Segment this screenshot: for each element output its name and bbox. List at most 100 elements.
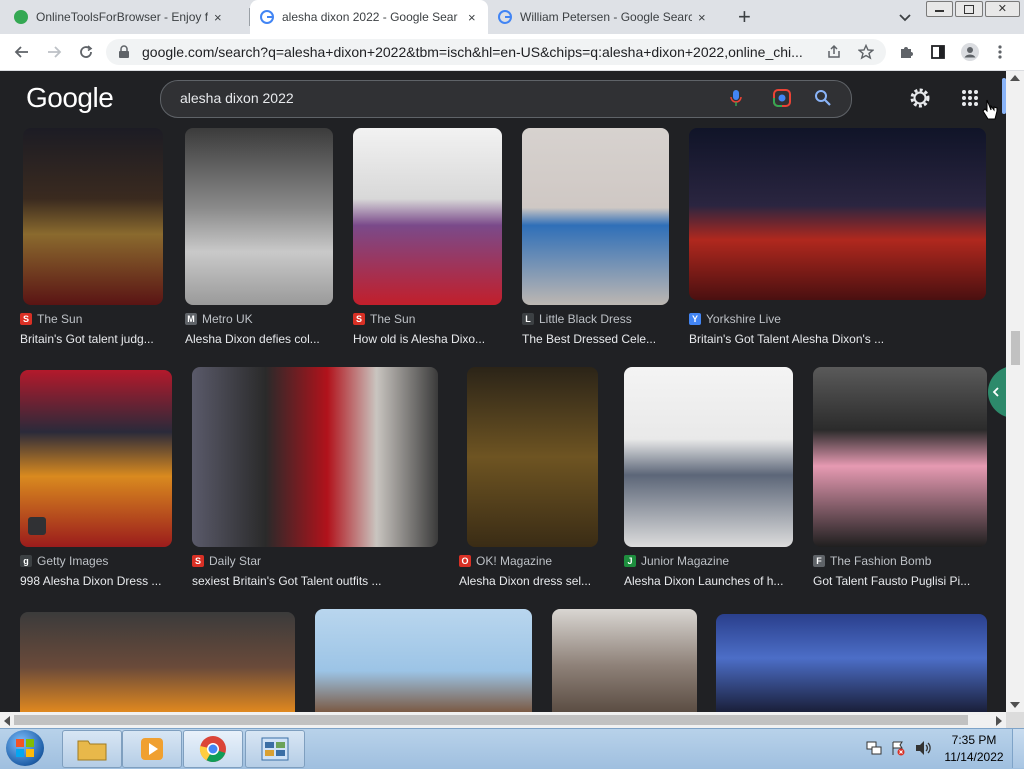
bookmark-star-icon[interactable]: [858, 44, 874, 60]
result-source[interactable]: F The Fashion Bomb: [813, 554, 931, 568]
scroll-down-icon[interactable]: [1010, 702, 1020, 708]
search-input[interactable]: alesha dixon 2022: [180, 90, 294, 106]
reload-icon[interactable]: [78, 44, 94, 60]
scroll-left-icon[interactable]: [4, 716, 10, 726]
result-image[interactable]: [20, 612, 295, 712]
close-tab-icon[interactable]: ×: [468, 10, 476, 25]
result-source[interactable]: O OK! Magazine: [459, 554, 552, 568]
extensions-puzzle-icon[interactable]: [898, 44, 914, 60]
start-button[interactable]: [6, 730, 44, 766]
result-image[interactable]: [716, 614, 987, 712]
result-image[interactable]: [552, 609, 697, 712]
settings-gear-icon[interactable]: [908, 86, 932, 110]
search-icon[interactable]: [814, 89, 832, 107]
source-name: Daily Star: [209, 554, 262, 568]
result-image[interactable]: [467, 367, 598, 547]
google-logo[interactable]: Google: [26, 82, 114, 114]
network-icon[interactable]: [866, 740, 882, 756]
control-panel-icon: [261, 737, 289, 761]
online-tools-favicon-icon: [14, 10, 28, 24]
result-image[interactable]: [689, 128, 986, 300]
result-caption[interactable]: The Best Dressed Cele...: [522, 332, 667, 346]
taskbar-file-explorer[interactable]: [62, 730, 122, 768]
tab-title: alesha dixon 2022 - Google Sear: [282, 10, 458, 24]
source-name: Metro UK: [202, 312, 253, 326]
result-image[interactable]: [353, 128, 502, 305]
result-image[interactable]: [813, 367, 987, 547]
result-caption[interactable]: Britain's Got talent judg...: [20, 332, 160, 346]
tab-william-petersen[interactable]: William Petersen - Google Search ×: [490, 0, 726, 34]
volume-speaker-icon[interactable]: [914, 740, 932, 756]
close-window-button[interactable]: ✕: [984, 1, 1020, 17]
google-apps-grid-icon[interactable]: [960, 88, 980, 108]
media-player-icon: [141, 738, 163, 760]
taskbar-chrome[interactable]: [183, 730, 243, 768]
result-caption[interactable]: sexiest Britain's Got Talent outfits ...: [192, 574, 438, 588]
voice-search-mic-icon[interactable]: [729, 89, 743, 107]
result-image[interactable]: [23, 128, 163, 305]
result-source[interactable]: L Little Black Dress: [522, 312, 632, 326]
result-source[interactable]: J Junior Magazine: [624, 554, 729, 568]
minimize-button[interactable]: [926, 1, 954, 17]
share-icon[interactable]: [826, 44, 842, 60]
tab-search-chevron-icon[interactable]: [898, 10, 912, 24]
result-image[interactable]: [192, 367, 438, 547]
result-source[interactable]: g Getty Images: [20, 554, 108, 568]
the-sun-logo-icon: S: [353, 313, 365, 325]
source-name: Getty Images: [37, 554, 109, 568]
side-panel-icon[interactable]: [930, 44, 946, 60]
result-caption[interactable]: Alesha Dixon Launches of h...: [624, 574, 790, 588]
clock-time[interactable]: 7:35 PM: [944, 733, 1004, 747]
tab-onlinetools[interactable]: OnlineToolsForBrowser - Enjoy fr ×: [14, 0, 246, 34]
back-arrow-icon[interactable]: [14, 44, 30, 60]
google-lens-camera-icon[interactable]: [772, 88, 792, 108]
result-caption[interactable]: Alesha Dixon defies col...: [185, 332, 330, 346]
scrollbar-thumb[interactable]: [14, 715, 968, 725]
chrome-logo-icon: [199, 736, 226, 763]
result-image[interactable]: [315, 609, 532, 712]
taskbar-media-player[interactable]: [122, 730, 182, 768]
show-desktop-button[interactable]: [1012, 729, 1024, 768]
result-caption[interactable]: 998 Alesha Dixon Dress ...: [20, 574, 170, 588]
result-source[interactable]: S The Sun: [20, 312, 82, 326]
result-image[interactable]: [624, 367, 793, 547]
yorkshire-live-logo-icon: Y: [689, 313, 701, 325]
new-tab-button[interactable]: +: [738, 4, 751, 30]
source-name: The Sun: [37, 312, 83, 326]
scrollbar-thumb[interactable]: [1011, 331, 1020, 365]
chrome-menu-icon[interactable]: [996, 44, 1004, 60]
restore-button[interactable]: [955, 1, 983, 17]
result-caption[interactable]: How old is Alesha Dixo...: [353, 332, 499, 346]
scroll-up-icon[interactable]: [1010, 75, 1020, 81]
tab-alesha-dixon[interactable]: alesha dixon 2022 - Google Sear ×: [250, 0, 488, 34]
scrollbar-corner: [1006, 712, 1024, 728]
profile-avatar-icon[interactable]: [960, 42, 980, 62]
action-center-flag-icon[interactable]: [890, 740, 906, 756]
metro-logo-icon: M: [185, 313, 197, 325]
taskbar-control-panel[interactable]: [245, 730, 305, 768]
source-name: Junior Magazine: [641, 554, 730, 568]
vertical-scrollbar[interactable]: [1006, 71, 1024, 712]
result-caption[interactable]: Britain's Got Talent Alesha Dixon's ...: [689, 332, 939, 346]
clock-date[interactable]: 11/14/2022: [940, 750, 1008, 764]
result-source[interactable]: S Daily Star: [192, 554, 261, 568]
result-image[interactable]: [522, 128, 669, 305]
result-source[interactable]: M Metro UK: [185, 312, 253, 326]
result-image[interactable]: [20, 370, 172, 547]
lock-icon[interactable]: [118, 45, 130, 59]
windows-logo-icon: [16, 739, 34, 757]
result-image[interactable]: [185, 128, 333, 305]
result-caption[interactable]: Alesha Dixon dress sel...: [459, 574, 597, 588]
daily-star-logo-icon: S: [192, 555, 204, 567]
result-source[interactable]: Y Yorkshire Live: [689, 312, 781, 326]
close-tab-icon[interactable]: ×: [698, 10, 706, 25]
result-source[interactable]: S The Sun: [353, 312, 415, 326]
chevron-left-icon: [992, 387, 999, 397]
result-caption[interactable]: Got Talent Fausto Puglisi Pi...: [813, 574, 983, 588]
the-sun-logo-icon: S: [20, 313, 32, 325]
horizontal-scrollbar[interactable]: [0, 712, 1006, 728]
url-text[interactable]: google.com/search?q=alesha+dixon+2022&tb…: [142, 44, 810, 60]
scroll-right-icon[interactable]: [996, 716, 1002, 726]
close-tab-icon[interactable]: ×: [214, 10, 222, 25]
forward-arrow-icon[interactable]: [46, 44, 62, 60]
